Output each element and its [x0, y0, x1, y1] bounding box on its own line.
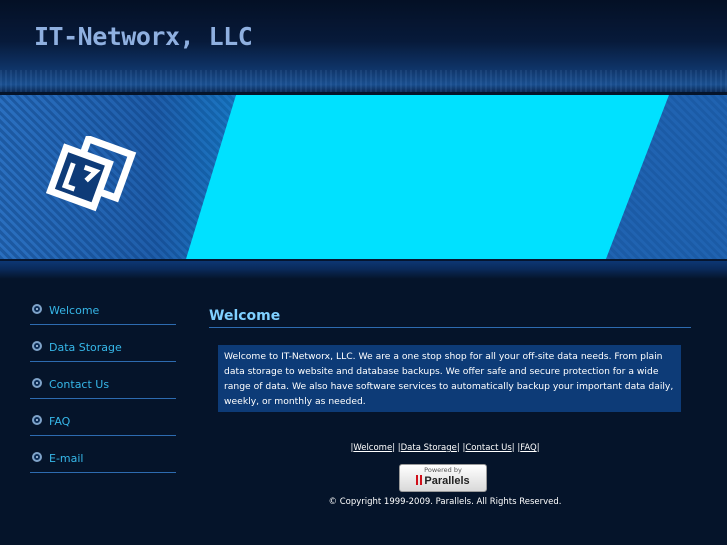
nav-item-faq[interactable]: FAQ — [30, 411, 176, 436]
company-logo-icon — [46, 136, 137, 212]
badge-brand: Parallels — [400, 475, 486, 488]
footer-link-welcome[interactable]: Welcome — [353, 443, 392, 453]
footer-link-faq[interactable]: FAQ — [520, 443, 536, 453]
copyright: © Copyright 1999-2009. Parallels. All Ri… — [328, 497, 562, 507]
site-header: IT-Networx, LLC — [0, 0, 727, 92]
footer-link-data-storage[interactable]: Data Storage — [401, 443, 457, 453]
page-title: Welcome — [209, 308, 691, 328]
parallels-logo-icon — [416, 475, 423, 485]
nav-item-data-storage[interactable]: Data Storage — [30, 337, 176, 362]
nav-item-label: Contact Us — [49, 378, 110, 391]
nav-item-welcome[interactable]: Welcome — [30, 300, 176, 325]
nav-item-contact-us[interactable]: Contact Us — [30, 374, 176, 399]
welcome-text: Welcome to IT-Networx, LLC. We are a one… — [218, 345, 681, 412]
nav-item-label: E-mail — [49, 452, 84, 465]
bullet-icon — [32, 415, 42, 425]
powered-by-badge[interactable]: Powered by Parallels — [399, 464, 487, 492]
nav-item-label: FAQ — [49, 415, 71, 428]
bullet-icon — [32, 452, 42, 462]
badge-caption: Powered by — [424, 466, 462, 474]
site-title: IT-Networx, LLC — [34, 22, 253, 51]
nav-item-label: Welcome — [49, 304, 100, 317]
bullet-icon — [32, 341, 42, 351]
footer-link-contact-us[interactable]: Contact Us — [465, 443, 511, 453]
nav-item-label: Data Storage — [49, 341, 122, 354]
header-divider — [0, 259, 727, 279]
sidebar-nav: Welcome Data Storage Contact Us FAQ E-ma… — [30, 300, 176, 485]
footer-links: |Welcome| |Data Storage| |Contact Us| |F… — [350, 443, 540, 453]
nav-item-email[interactable]: E-mail — [30, 448, 176, 473]
bullet-icon — [32, 304, 42, 314]
badge-brand-label: Parallels — [424, 475, 470, 487]
bullet-icon — [32, 378, 42, 388]
